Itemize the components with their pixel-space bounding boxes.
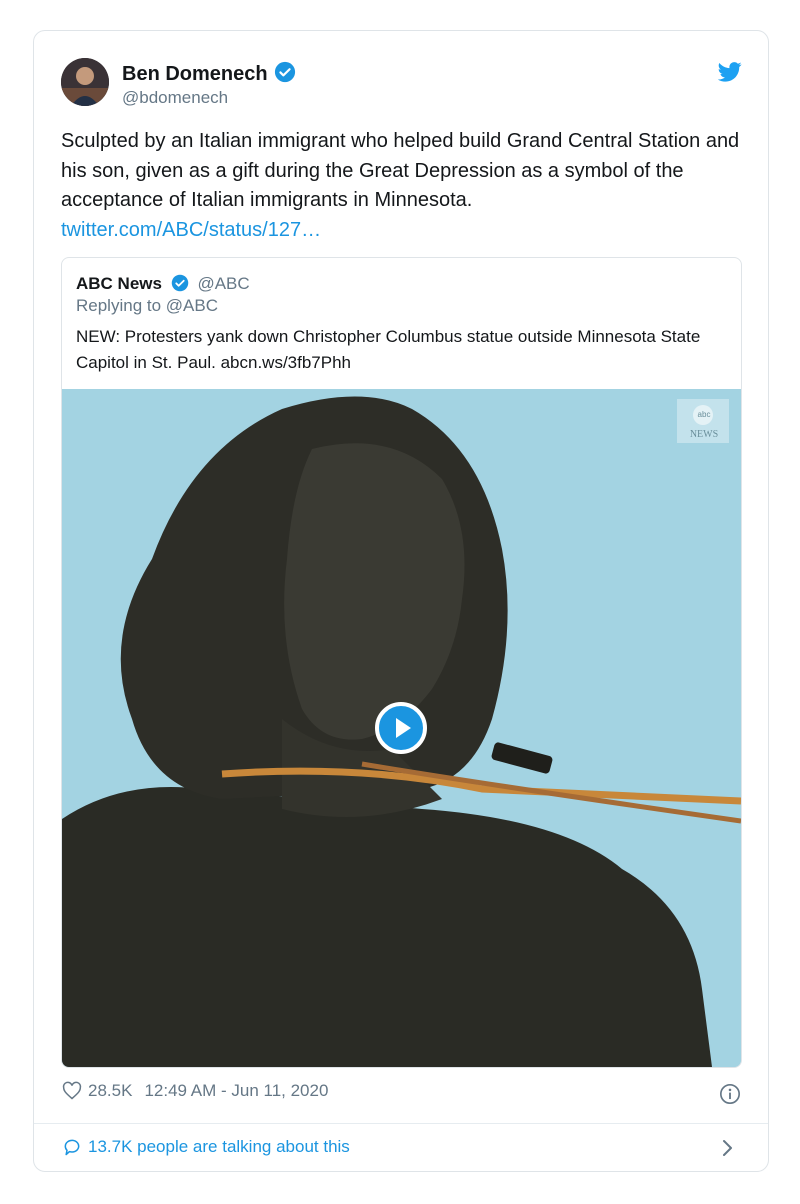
quoted-tweet[interactable]: ABC News @ABC Replying to @ABC NEW: Prot…: [61, 257, 742, 1068]
info-icon[interactable]: [719, 1083, 741, 1105]
verified-icon: [171, 274, 188, 292]
quoted-text: NEW: Protesters yank down Christopher Co…: [76, 327, 701, 372]
abc-news-watermark: NEWS: [689, 429, 719, 440]
twitter-bird-icon[interactable]: [718, 62, 742, 82]
quoted-author[interactable]: ABC News @ABC: [76, 274, 250, 294]
timestamp[interactable]: 12:49 AM - Jun 11, 2020: [144, 1081, 328, 1101]
like-count[interactable]: 28.5K: [88, 1081, 132, 1101]
tweet-footer: 28.5K 12:49 AM - Jun 11, 2020: [62, 1081, 340, 1101]
heart-icon[interactable]: [62, 1081, 82, 1101]
play-icon[interactable]: [375, 702, 427, 754]
avatar[interactable]: [61, 58, 109, 106]
replying-to: Replying to @ABC: [76, 296, 218, 315]
talking-about-link[interactable]: 13.7K people are talking about this: [62, 1137, 350, 1157]
author-handle[interactable]: @bdomenech: [122, 88, 228, 108]
abc-logo-text: abc: [697, 410, 711, 419]
tweet-body: Sculpted by an Italian immigrant who hel…: [61, 130, 740, 211]
quoted-author-name[interactable]: ABC News: [76, 274, 162, 293]
video-thumbnail[interactable]: abc NEWS: [62, 389, 741, 1067]
quoted-handle[interactable]: @ABC: [197, 274, 249, 293]
talking-about-label[interactable]: 13.7K people are talking about this: [88, 1137, 350, 1157]
tweet-link[interactable]: twitter.com/ABC/status/127…: [61, 219, 321, 241]
author-name[interactable]: Ben Domenech: [122, 61, 296, 86]
tweet-text: Sculpted by an Italian immigrant who hel…: [61, 127, 741, 245]
tweet-card: Ben Domenech @bdomenech Sculpted by an I…: [33, 30, 769, 1172]
verified-icon: [274, 61, 295, 83]
comment-icon: [64, 1139, 80, 1156]
author-name-text[interactable]: Ben Domenech: [122, 63, 268, 85]
divider: [34, 1123, 768, 1124]
chevron-right-icon[interactable]: [720, 1137, 736, 1159]
